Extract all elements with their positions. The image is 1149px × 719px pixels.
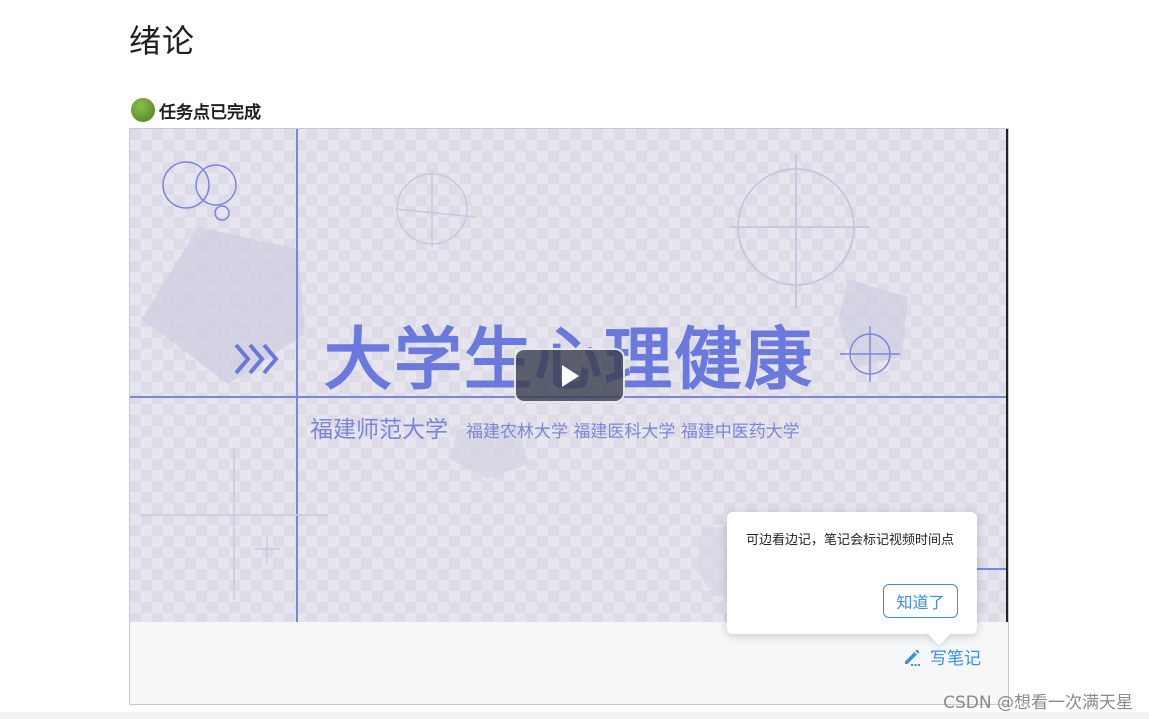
play-icon: [561, 364, 579, 387]
write-note-label: 写笔记: [930, 649, 981, 669]
tooltip-confirm-button[interactable]: 知道了: [883, 584, 958, 618]
tooltip-text: 可边看边记，笔记会标记视频时间点: [746, 533, 955, 548]
task-status-label: 任务点已完成: [159, 102, 261, 123]
video-card: 大学生心理健康 福建师范大学 福建农林大学 福建医科大学 福建中医药大学 可边看…: [129, 128, 1009, 705]
completed-status-icon: [131, 98, 155, 122]
slide-universities: 福建农林大学 福建医科大学 福建中医药大学: [466, 422, 800, 442]
pencil-icon: [905, 649, 920, 666]
footer-strip: [0, 712, 1149, 719]
slide-main-university: 福建师范大学: [310, 417, 448, 443]
play-button[interactable]: [514, 348, 625, 403]
watermark: CSDN @想看一次满天星: [943, 693, 1133, 713]
task-status: 任务点已完成: [131, 96, 261, 124]
note-tooltip: 可边看边记，笔记会标记视频时间点 知道了: [727, 512, 977, 634]
write-note-button[interactable]: 写笔记: [902, 644, 981, 669]
page-title: 绪论: [129, 22, 196, 60]
